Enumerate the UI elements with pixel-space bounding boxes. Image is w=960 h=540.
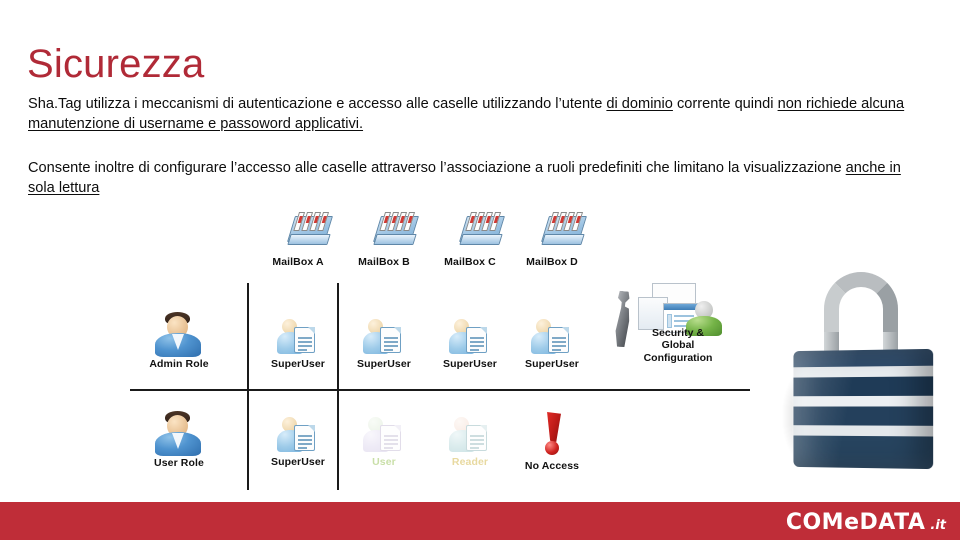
logo-part-3: DATA [859,510,926,535]
matrix-cell-admin-own: SuperUser [262,316,334,370]
padlock-body [793,348,934,470]
matrix-cell-admin-d: SuperUser [516,316,588,370]
person-icon [153,310,205,357]
user-card-icon [448,316,492,356]
mailbox-label: MailBox B [358,256,410,268]
grid-vline-left [247,283,249,490]
slide: Sicurezza Sha.Tag utilizza i meccanismi … [0,0,960,540]
matrix-cell-label: User [372,456,396,468]
paragraph-1: Sha.Tag utilizza i meccanismi di autenti… [28,94,908,134]
grid-hline-middle [130,389,750,391]
security-config-label: Security & Global Configuration [630,327,726,364]
matrix-cell-label: SuperUser [356,358,411,370]
matrix-cell-user-own: SuperUser [262,414,334,468]
matrix-cell-user-b: User [348,414,420,468]
p1-seg-2: corrente quindi [672,96,778,112]
matrix-cell-admin-c: SuperUser [434,316,506,370]
matrix-cell-label: SuperUser [270,358,325,370]
role-label: Admin Role [149,358,209,370]
user-card-icon [362,414,406,454]
matrix-cell-admin-b: SuperUser [348,316,420,370]
p1-seg-0: Sha.Tag utilizza i meccanismi di autenti… [28,96,607,112]
user-card-icon [276,414,320,454]
matrix-cell-user-d: No Access [516,412,588,472]
role-cell-admin: Admin Role [139,310,219,370]
mailbox-icon [437,208,505,254]
logo-suffix: .it [930,518,946,533]
mailbox-cell-d: MailBox D [516,208,588,268]
person-icon [153,409,205,456]
matrix-cell-label: SuperUser [524,358,579,370]
logo-part-2: e [844,510,860,535]
mailbox-cell-c: MailBox C [434,208,506,268]
user-card-icon [448,414,492,454]
page-title: Sicurezza [27,42,205,86]
security-config-icon: Security & Global Configuration [608,283,728,364]
no-access-icon [532,412,572,458]
security-config-line-2: Global [661,339,695,352]
user-card-icon [530,316,574,356]
mailbox-cell-b: MailBox B [348,208,420,268]
mailbox-label: MailBox C [444,256,496,268]
matrix-cell-user-c: Reader [434,414,506,468]
footer-bar: COMeDATA .it [0,502,960,540]
mailbox-icon [351,208,419,254]
user-card-icon [276,316,320,356]
comedata-logo: COMeDATA .it [786,510,946,535]
user-card-icon [362,316,406,356]
matrix-cell-label: SuperUser [270,456,325,468]
padlock-icon [780,272,940,487]
mailbox-label: MailBox A [272,256,324,268]
grid-vline-right [337,283,339,490]
paragraph-2: Consente inoltre di configurare l’access… [28,158,908,198]
mailbox-label: MailBox D [526,256,578,268]
mailbox-cell-a: MailBox A [262,208,334,268]
matrix-cell-label: SuperUser [442,358,497,370]
matrix-cell-label: Reader [451,456,489,468]
role-label: User Role [154,457,204,469]
p1-seg-1: di dominio [606,96,673,112]
mailbox-icon [519,208,587,254]
mailbox-icon [265,208,333,254]
security-config-line-3: Configuration [643,351,713,364]
security-config-line-1: Security & [652,327,704,339]
role-cell-user: User Role [139,409,219,469]
logo-part-1: COM [785,510,845,535]
p2-seg-0: Consente inoltre di configurare l’access… [28,160,846,176]
matrix-cell-label: No Access [524,460,580,472]
security-global-configuration: Security & Global Configuration [600,283,736,364]
